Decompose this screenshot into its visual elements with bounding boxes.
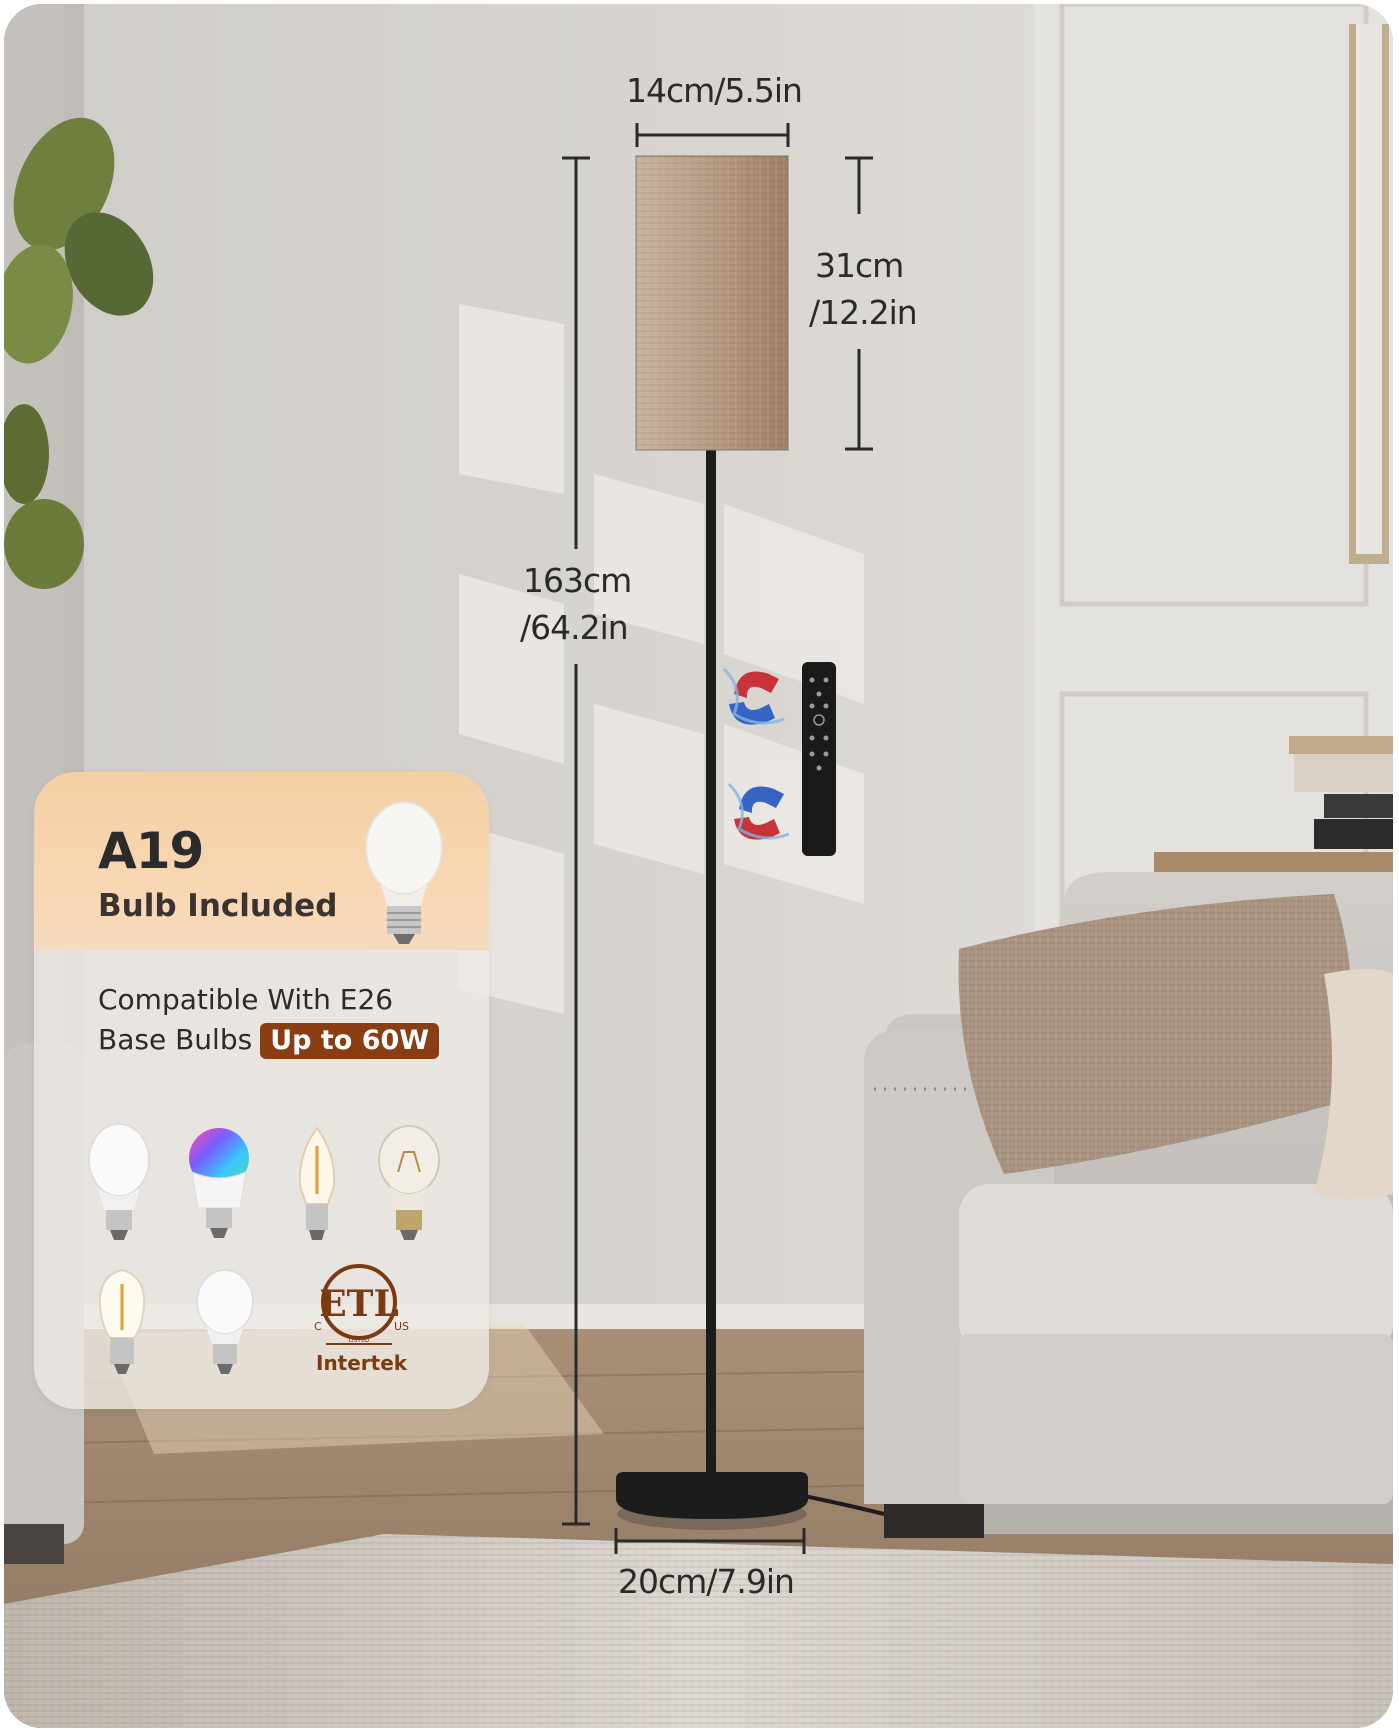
- shade-height-cm-label: 31cm: [815, 246, 904, 285]
- certifier-label: Intertek: [316, 1351, 408, 1375]
- bulb-model: A19: [98, 822, 204, 880]
- compatibility-text: Compatible With E26 Base Bulbs Up to 60W: [98, 980, 440, 1060]
- svg-text:US: US: [394, 1320, 409, 1333]
- filament-bulb-icon: [98, 1268, 146, 1374]
- remote-control-icon: [802, 662, 836, 856]
- total-height-in-label: /64.2in: [520, 608, 629, 647]
- shade-width-label: 14cm/5.5in: [626, 71, 803, 110]
- incandescent-bulb-icon: [378, 1125, 440, 1240]
- bulb-info-card: A19 Bulb Included Compatible With E26 Ba…: [34, 772, 489, 1409]
- svg-text:ETL: ETL: [319, 1283, 399, 1325]
- bulb-icon: [365, 801, 443, 944]
- shade-height-in-label: /12.2in: [809, 293, 918, 332]
- compat-line-1: Compatible With E26: [98, 983, 394, 1016]
- filament-candle-bulb-icon: [298, 1126, 336, 1240]
- rgb-bulb-icon: [189, 1128, 249, 1238]
- compat-line-2-row: Base Bulbs Up to 60W: [98, 1020, 440, 1060]
- led-bulb-icon: [88, 1123, 150, 1240]
- bulb-included-label: Bulb Included: [98, 888, 338, 924]
- base-width-label: 20cm/7.9in: [618, 1562, 795, 1601]
- svg-text:LISTED: LISTED: [349, 1337, 370, 1344]
- svg-text:C: C: [314, 1320, 322, 1333]
- wattage-badge: Up to 60W: [260, 1023, 440, 1059]
- compat-line-2: Base Bulbs: [98, 1023, 253, 1056]
- etl-listed-icon: ETL C US LISTED: [314, 1264, 409, 1345]
- globe-bulb-icon: [196, 1269, 254, 1374]
- total-height-cm-label: 163cm: [523, 561, 632, 600]
- product-image-frame: 14cm/5.5in 31cm /12.2in 163cm /64.2in 20…: [4, 4, 1393, 1728]
